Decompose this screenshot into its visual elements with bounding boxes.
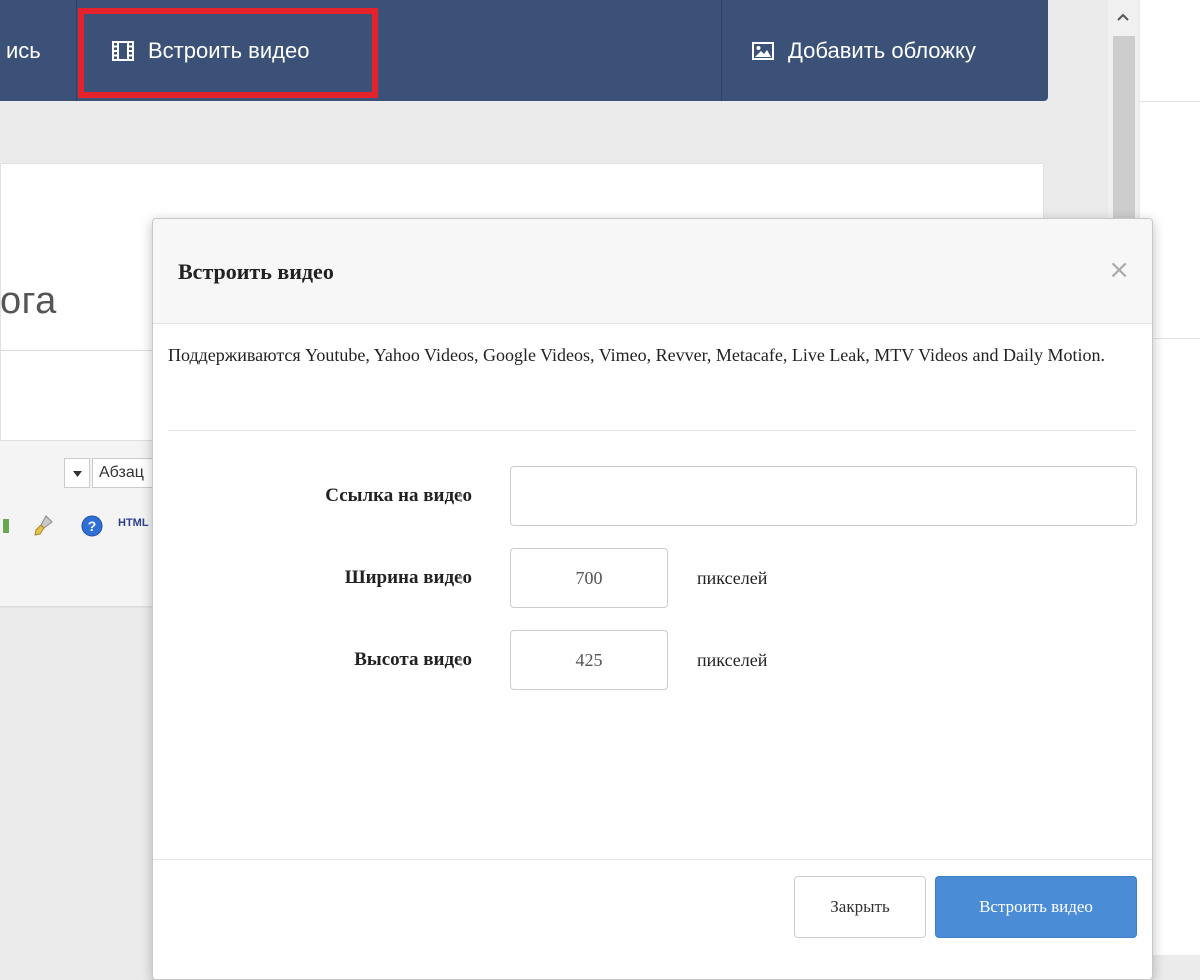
video-url-input[interactable] xyxy=(510,466,1137,526)
label-colon: : xyxy=(458,485,464,506)
panel-divider xyxy=(1140,101,1200,102)
dialog-divider xyxy=(168,430,1136,431)
image-icon xyxy=(752,41,774,60)
help-icon[interactable]: ? xyxy=(80,514,104,538)
video-width-row: Ширина видео : пикселей xyxy=(153,548,1152,608)
dialog-footer: Закрыть Встроить видео xyxy=(153,859,1152,980)
caret-down-icon xyxy=(72,464,82,482)
video-height-row: Высота видео : пикселей xyxy=(153,630,1152,690)
label-colon: : xyxy=(458,567,464,588)
font-select-dropdown[interactable] xyxy=(64,458,90,488)
brush-icon[interactable] xyxy=(32,514,56,538)
highlight-box xyxy=(78,8,378,98)
video-url-row: Ссылка на видео : xyxy=(153,466,1152,526)
toolbar-item-partial-label: ись xyxy=(6,37,41,63)
video-height-input[interactable] xyxy=(510,630,668,690)
video-height-label: Высота видео xyxy=(354,649,472,670)
video-width-input[interactable] xyxy=(510,548,668,608)
svg-text:?: ? xyxy=(88,518,97,534)
chevron-up-icon xyxy=(1117,8,1129,26)
label-colon: : xyxy=(458,649,464,670)
add-cover-toolbar-label: Добавить обложку xyxy=(788,37,976,63)
video-url-label: Ссылка на видео xyxy=(325,485,472,506)
video-height-unit: пикселей xyxy=(697,649,768,670)
video-width-label: Ширина видео xyxy=(344,567,472,588)
editor-divider xyxy=(0,350,152,351)
close-icon[interactable]: × xyxy=(1108,257,1130,283)
dialog-header: Встроить видео × xyxy=(153,219,1152,324)
close-button[interactable]: Закрыть xyxy=(794,876,926,938)
video-width-unit: пикселей xyxy=(697,567,768,588)
supported-services-text: Поддерживаются Youtube, Yahoo Videos, Go… xyxy=(168,345,1106,365)
toolbar-divider xyxy=(721,0,722,101)
embed-video-button[interactable]: Встроить видео xyxy=(935,876,1137,938)
post-title-fragment[interactable]: ога xyxy=(0,280,57,323)
dialog-title: Встроить видео xyxy=(178,259,334,284)
embed-video-dialog: Встроить видео × Поддерживаются Youtube,… xyxy=(152,218,1153,980)
html-source-button[interactable]: HTML xyxy=(118,517,149,529)
toolbar-item-partial[interactable]: ись xyxy=(6,0,41,101)
toolbar-divider xyxy=(76,0,77,101)
table-icon[interactable] xyxy=(2,514,12,538)
add-cover-toolbar-button[interactable]: Добавить обложку xyxy=(752,0,976,101)
scroll-up-button[interactable] xyxy=(1108,0,1138,34)
